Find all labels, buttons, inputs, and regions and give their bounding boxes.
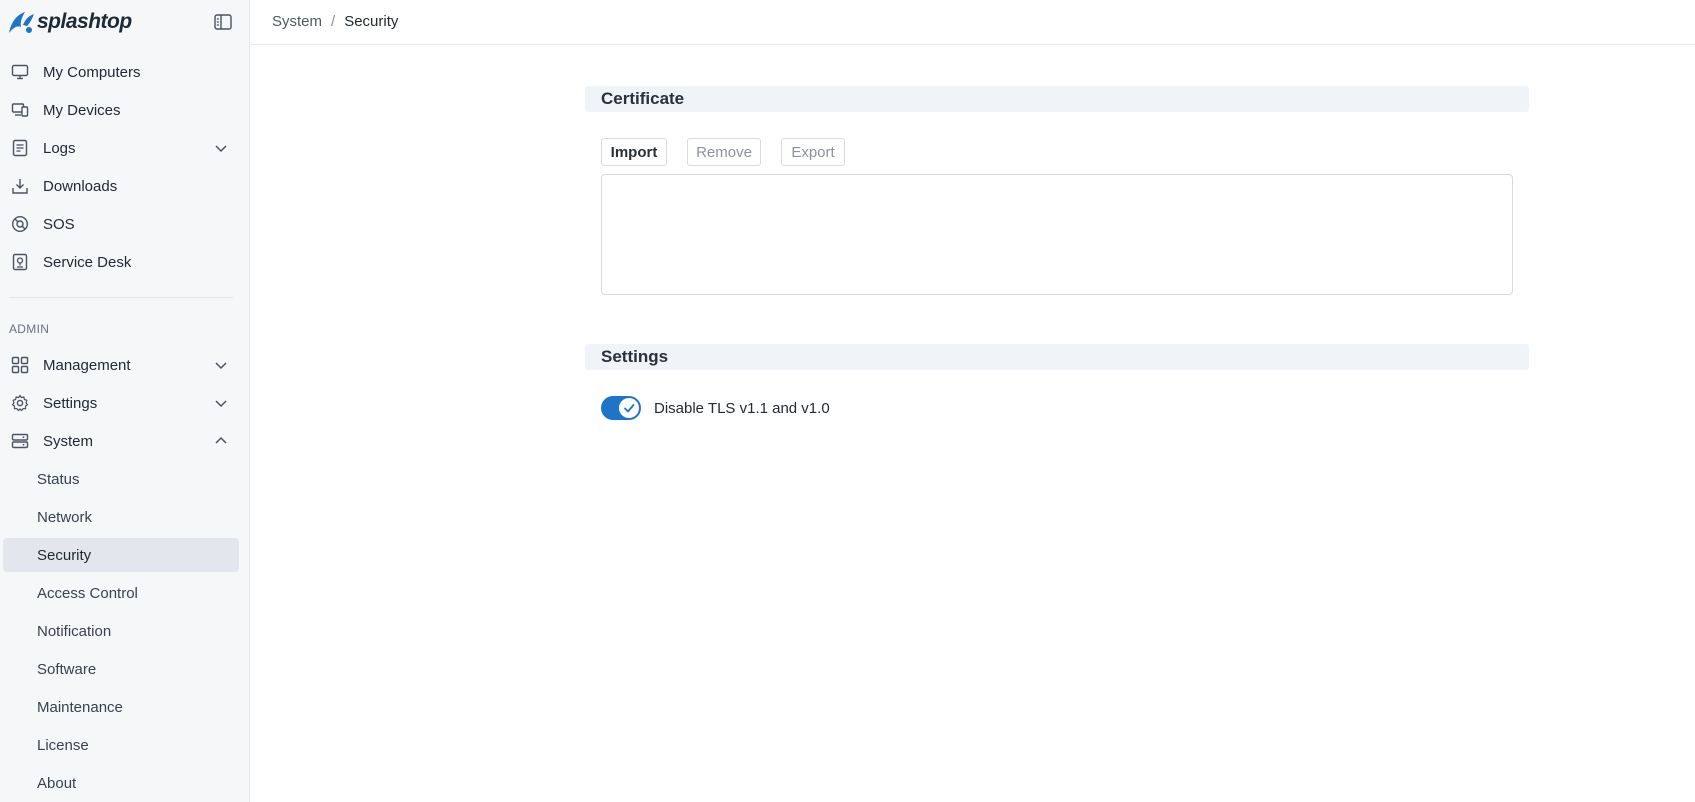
disable-tls-toggle[interactable] [601, 396, 641, 420]
logo-text: splashtop [37, 10, 132, 33]
chevron-up-icon [213, 433, 229, 449]
gear-icon [11, 394, 29, 412]
sidebar-item-system[interactable]: System [3, 424, 239, 458]
disable-tls-label: Disable TLS v1.1 and v1.0 [654, 399, 830, 417]
sidebar-subitem-maintenance[interactable]: Maintenance [3, 690, 239, 724]
sidebar-subitem-about[interactable]: About [3, 766, 239, 800]
certificate-section-title: Certificate [601, 89, 685, 108]
grid-icon [11, 356, 29, 374]
sidebar-subitem-network[interactable]: Network [3, 500, 239, 534]
sidebar-item-management[interactable]: Management [3, 348, 239, 382]
splashtop-logo[interactable]: splashtop [6, 8, 132, 36]
sidebar-subitem-status[interactable]: Status [3, 462, 239, 496]
breadcrumb-separator: / [331, 13, 336, 30]
sidebar-item-my-devices[interactable]: My Devices [3, 93, 239, 127]
chevron-down-icon [213, 140, 229, 156]
sidebar-subitem-security[interactable]: Security [3, 538, 239, 572]
sidebar-subitem-license[interactable]: License [3, 728, 239, 762]
devices-icon [11, 101, 29, 119]
sidebar-item-settings[interactable]: Settings [3, 386, 239, 420]
breadcrumb: System / Security [272, 13, 398, 30]
checkmark-icon [624, 404, 635, 413]
sidebar-subitem-software[interactable]: Software [3, 652, 239, 686]
top-bar: System / Security [250, 0, 1695, 45]
sidebar-item-logs[interactable]: Logs [3, 131, 239, 165]
tls-setting-row: Disable TLS v1.1 and v1.0 [601, 395, 830, 421]
server-icon [11, 432, 29, 450]
sidebar-item-label: Management [43, 356, 131, 374]
admin-section-label: ADMIN [9, 322, 50, 336]
certificate-section-header: Certificate [585, 86, 1529, 112]
chevron-down-icon [213, 395, 229, 411]
sidebar-item-label: My Devices [43, 101, 121, 119]
sidebar-item-label: System [43, 432, 94, 450]
chevron-down-icon [213, 357, 229, 373]
download-icon [11, 177, 29, 195]
sidebar-item-sos[interactable]: SOS [3, 207, 239, 241]
sidebar-item-label: Downloads [43, 177, 118, 195]
sidebar-collapse-icon [214, 14, 232, 30]
import-button[interactable]: Import [601, 138, 667, 166]
certificate-content-area[interactable] [601, 174, 1513, 295]
brand-bar: splashtop [6, 8, 246, 36]
sidebar: splashtop My Computers My Devices Logs D… [0, 0, 250, 802]
monitor-icon [11, 63, 29, 81]
sidebar-item-downloads[interactable]: Downloads [3, 169, 239, 203]
sidebar-item-service-desk[interactable]: Service Desk [3, 245, 239, 279]
sidebar-item-label: SOS [43, 215, 75, 233]
sos-icon [11, 215, 29, 233]
remove-button[interactable]: Remove [687, 138, 761, 166]
sidebar-item-label: Logs [43, 139, 76, 157]
sidebar-divider [9, 297, 233, 298]
sidebar-item-label: My Computers [43, 63, 141, 81]
logs-icon [11, 139, 29, 157]
sidebar-subitem-access-control[interactable]: Access Control [3, 576, 239, 610]
toggle-knob [619, 398, 639, 418]
service-desk-icon [11, 253, 29, 271]
breadcrumb-current: Security [344, 13, 399, 30]
splashtop-logo-icon [9, 12, 34, 33]
sidebar-collapse-button[interactable] [212, 12, 234, 32]
sidebar-subitem-notification[interactable]: Notification [3, 614, 239, 648]
settings-section-header: Settings [585, 344, 1529, 370]
sidebar-item-label: Service Desk [43, 253, 132, 271]
export-button[interactable]: Export [781, 138, 845, 166]
settings-section-title: Settings [601, 347, 669, 366]
sidebar-item-my-computers[interactable]: My Computers [3, 55, 239, 89]
breadcrumb-system-link[interactable]: System [272, 13, 322, 30]
sidebar-item-label: Settings [43, 394, 98, 412]
